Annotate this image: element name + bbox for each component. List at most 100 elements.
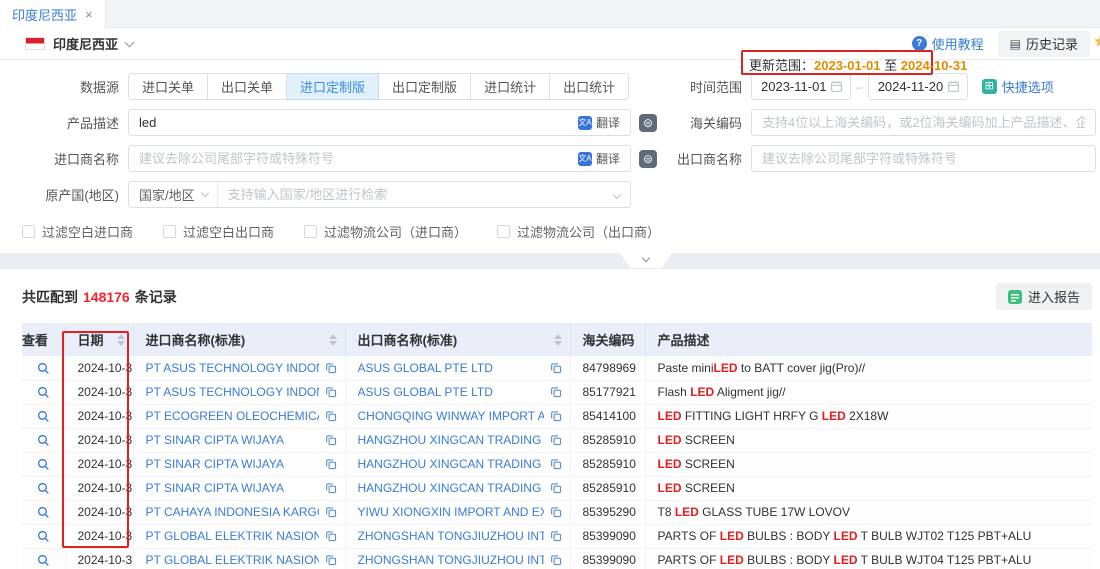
quick-options-button[interactable]: ⊞ 快捷选项 bbox=[982, 77, 1054, 96]
exporter-link[interactable]: CHONGQING WINWAY IMPORT AND E... bbox=[358, 409, 544, 423]
enter-report-button[interactable]: 进入报告 bbox=[996, 283, 1092, 310]
collapse-panel-button[interactable] bbox=[620, 253, 672, 268]
view-cell[interactable] bbox=[22, 452, 65, 476]
importer-link[interactable]: PT ECOGREEN OLEOCHEMICALS bbox=[146, 409, 319, 423]
copy-icon[interactable] bbox=[550, 530, 562, 542]
exporter-link[interactable]: ZHONGSHAN TONGJIUZHOU INTERNA... bbox=[358, 553, 544, 567]
copy-icon[interactable] bbox=[325, 362, 337, 374]
chevron-down-icon[interactable] bbox=[125, 37, 135, 47]
datasource-tab-2[interactable]: 进口定制版 bbox=[287, 73, 379, 100]
view-cell[interactable] bbox=[22, 476, 65, 500]
exporter-input[interactable] bbox=[752, 146, 1095, 171]
filter-checkbox-2[interactable]: 过滤物流公司（进口商） bbox=[304, 222, 467, 241]
history-button[interactable]: ▤ 历史记录 bbox=[998, 31, 1090, 57]
copy-icon[interactable] bbox=[325, 506, 337, 518]
importer-input[interactable] bbox=[129, 146, 572, 171]
translate-button[interactable]: 文A 翻译 bbox=[572, 150, 630, 167]
copy-icon[interactable] bbox=[325, 434, 337, 446]
datasource-tab-5[interactable]: 出口统计 bbox=[550, 73, 629, 100]
datasource-tab-1[interactable]: 出口关单 bbox=[208, 73, 287, 100]
importer-link[interactable]: PT CAHAYA INDONESIA KARGO bbox=[146, 505, 319, 519]
exact-match-icon[interactable]: ⊜ bbox=[639, 150, 657, 168]
copy-icon[interactable] bbox=[550, 506, 562, 518]
checkbox-icon[interactable] bbox=[22, 225, 35, 238]
datasource-tab-0[interactable]: 进口关单 bbox=[128, 73, 208, 100]
filter-checkbox-3[interactable]: 过滤物流公司（出口商） bbox=[497, 222, 660, 241]
importer-link[interactable]: PT SINAR CIPTA WIJAYA bbox=[146, 433, 319, 447]
datasource-tab-4[interactable]: 进口统计 bbox=[471, 73, 550, 100]
view-magnifier-icon[interactable] bbox=[37, 506, 50, 519]
importer-link[interactable]: PT SINAR CIPTA WIJAYA bbox=[146, 457, 319, 471]
copy-icon[interactable] bbox=[550, 458, 562, 470]
column-header-2[interactable]: 进口商名称(标准) bbox=[133, 323, 345, 356]
translate-button[interactable]: 文A 翻译 bbox=[572, 114, 630, 131]
tab-indonesia[interactable]: 印度尼西亚 × bbox=[0, 0, 106, 28]
exporter-link[interactable]: HANGZHOU XINGCAN TRADING CO LTD bbox=[358, 457, 544, 471]
datasource-tab-3[interactable]: 出口定制版 bbox=[379, 73, 471, 100]
checkbox-icon[interactable] bbox=[497, 225, 510, 238]
view-magnifier-icon[interactable] bbox=[37, 554, 50, 567]
favorite-star-icon[interactable]: ★ bbox=[1093, 32, 1100, 52]
checkbox-icon[interactable] bbox=[163, 225, 176, 238]
exact-match-icon[interactable]: ⊜ bbox=[639, 114, 657, 132]
filter-checkbox-1[interactable]: 过滤空白出口商 bbox=[163, 222, 274, 241]
sort-icon[interactable] bbox=[323, 334, 337, 346]
chevron-down-icon[interactable] bbox=[613, 190, 621, 198]
checkbox-icon[interactable] bbox=[304, 225, 317, 238]
view-cell[interactable] bbox=[22, 524, 65, 548]
copy-icon[interactable] bbox=[550, 410, 562, 422]
view-cell[interactable] bbox=[22, 404, 65, 428]
view-cell[interactable] bbox=[22, 548, 65, 569]
product-desc-input[interactable] bbox=[129, 110, 572, 135]
view-magnifier-icon[interactable] bbox=[37, 362, 50, 375]
view-magnifier-icon[interactable] bbox=[37, 458, 50, 471]
view-magnifier-icon[interactable] bbox=[37, 530, 50, 543]
copy-icon[interactable] bbox=[550, 362, 562, 374]
history-label: 历史记录 bbox=[1026, 34, 1078, 53]
exporter-link[interactable]: ASUS GLOBAL PTE LTD bbox=[358, 361, 544, 375]
date-cell: 2024-10-31 bbox=[65, 500, 133, 524]
column-header-1[interactable]: 日期 bbox=[65, 323, 133, 356]
importer-link[interactable]: PT ASUS TECHNOLOGY INDONESIA BA... bbox=[146, 361, 319, 375]
importer-link[interactable]: PT GLOBAL ELEKTRIK NASIONAL bbox=[146, 553, 319, 567]
date-from-input[interactable]: 2023-11-01 bbox=[751, 73, 851, 100]
copy-icon[interactable] bbox=[325, 410, 337, 422]
hs-code-input[interactable] bbox=[752, 110, 1095, 135]
importer-link[interactable]: PT GLOBAL ELEKTRIK NASIONAL bbox=[146, 529, 319, 543]
tutorial-button[interactable]: ? 使用教程 bbox=[912, 34, 984, 53]
view-magnifier-icon[interactable] bbox=[37, 434, 50, 447]
date-to-input[interactable]: 2024-11-20 bbox=[868, 73, 968, 100]
view-magnifier-icon[interactable] bbox=[37, 386, 50, 399]
close-icon[interactable]: × bbox=[85, 7, 93, 22]
origin-country-input[interactable] bbox=[218, 182, 608, 207]
copy-icon[interactable] bbox=[550, 386, 562, 398]
importer-link[interactable]: PT ASUS TECHNOLOGY INDONESIA BA... bbox=[146, 385, 319, 399]
view-magnifier-icon[interactable] bbox=[37, 410, 50, 423]
product-desc-cell: PARTS OF LED BULBS : BODY LED T BULB WJT… bbox=[645, 548, 1092, 569]
sort-icon[interactable] bbox=[548, 334, 562, 346]
view-cell[interactable] bbox=[22, 500, 65, 524]
view-cell[interactable] bbox=[22, 428, 65, 452]
copy-icon[interactable] bbox=[550, 434, 562, 446]
copy-icon[interactable] bbox=[325, 458, 337, 470]
importer-link[interactable]: PT SINAR CIPTA WIJAYA bbox=[146, 481, 319, 495]
exporter-link[interactable]: ASUS GLOBAL PTE LTD bbox=[358, 385, 544, 399]
exporter-link[interactable]: YIWU XIONGXIN IMPORT AND EXPORT... bbox=[358, 505, 544, 519]
copy-icon[interactable] bbox=[325, 386, 337, 398]
importer-cell: PT SINAR CIPTA WIJAYA bbox=[133, 428, 345, 452]
column-header-3[interactable]: 出口商名称(标准) bbox=[345, 323, 570, 356]
filter-checkbox-0[interactable]: 过滤空白进口商 bbox=[22, 222, 133, 241]
view-cell[interactable] bbox=[22, 356, 65, 380]
exporter-link[interactable]: ZHONGSHAN TONGJIUZHOU INTERNA... bbox=[358, 529, 544, 543]
origin-type-select[interactable]: 国家/地区 bbox=[129, 182, 218, 207]
copy-icon[interactable] bbox=[325, 482, 337, 494]
view-cell[interactable] bbox=[22, 380, 65, 404]
view-magnifier-icon[interactable] bbox=[37, 482, 50, 495]
copy-icon[interactable] bbox=[325, 554, 337, 566]
copy-icon[interactable] bbox=[325, 530, 337, 542]
copy-icon[interactable] bbox=[550, 554, 562, 566]
copy-icon[interactable] bbox=[550, 482, 562, 494]
exporter-link[interactable]: HANGZHOU XINGCAN TRADING CO LTD bbox=[358, 481, 544, 495]
exporter-link[interactable]: HANGZHOU XINGCAN TRADING CO LTD bbox=[358, 433, 544, 447]
sort-icon[interactable] bbox=[111, 334, 125, 346]
